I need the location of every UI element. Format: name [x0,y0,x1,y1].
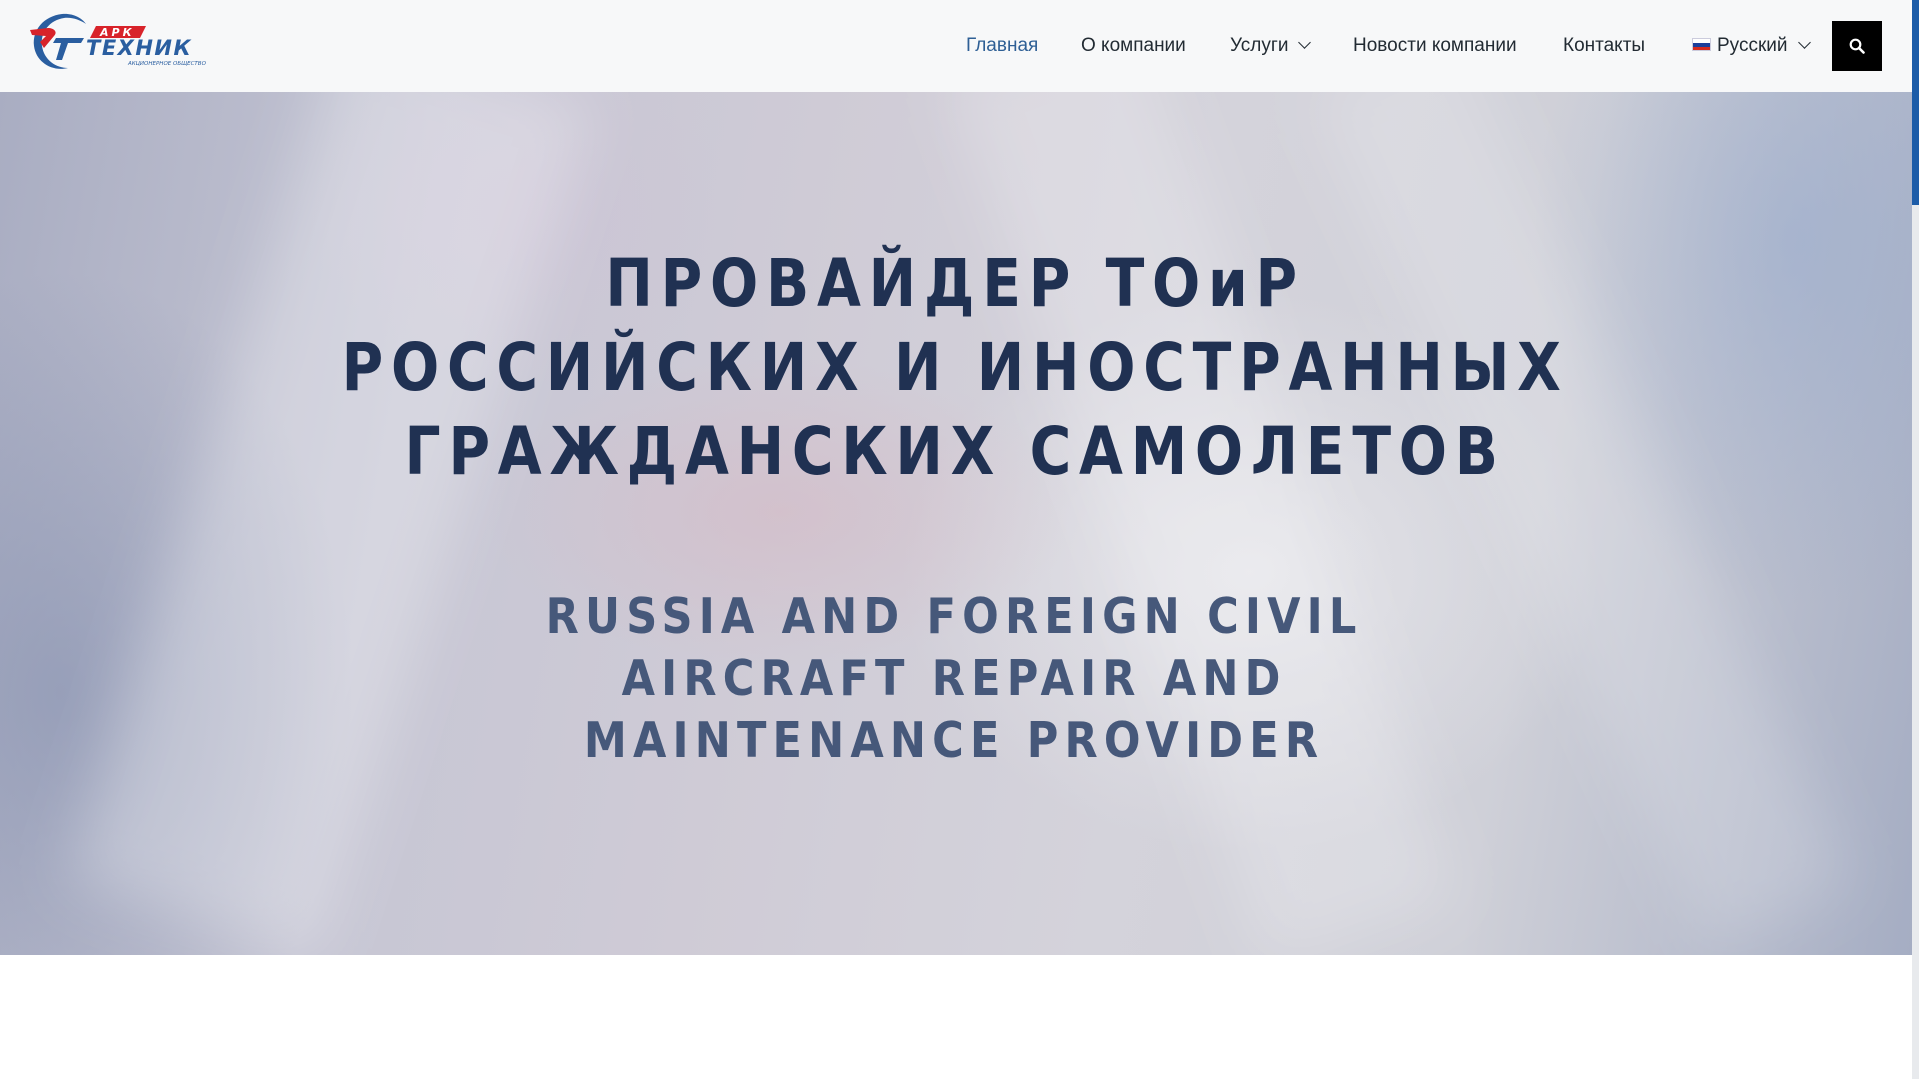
language-switcher[interactable]: Русский [1692,34,1811,58]
hero-background-streak [67,92,593,955]
page: АРК ТЕХНИК АКЦИОНЕРНОЕ ОБЩЕСТВО Главная … [0,0,1919,1079]
chevron-down-icon [1298,36,1312,49]
ru-flag-icon [1692,38,1711,52]
hero-title-line: ГРАЖДАНСКИХ САМОЛЕТОВ [404,413,1506,490]
nav-item-label: О компании [1081,35,1186,56]
nav-item-label: Главная [966,35,1039,56]
hero-title: ПРОВАЙДЕР ТОиР РОССИЙСКИХ И ИНОСТРАННЫХ … [133,242,1777,494]
nav-item-label: Контакты [1563,35,1646,56]
nav-item-news[interactable]: Новости компании [1353,34,1517,58]
hero-subtitle-line: RUSSIA AND FOREIGN CIVIL [545,588,1363,645]
search-icon [1849,38,1865,54]
hero-subtitle-line: MAINTENANCE PROVIDER [583,712,1325,769]
nav-item-services[interactable]: Услуги [1230,34,1312,58]
chevron-down-icon [1797,36,1811,49]
hero-banner: ПРОВАЙДЕР ТОиР РОССИЙСКИХ И ИНОСТРАННЫХ … [0,92,1912,955]
nav-item-label: Новости компании [1353,35,1517,56]
hero-title-line: РОССИЙСКИХ И ИНОСТРАННЫХ [341,329,1569,406]
hero-subtitle-line: AIRCRAFT REPAIR AND [621,650,1287,707]
page-scrollbar[interactable] [1912,0,1919,1079]
search-button[interactable] [1832,21,1882,71]
nav-item-about[interactable]: О компании [1081,34,1186,58]
nav-item-label: Услуги [1230,35,1289,56]
main-nav: Главная О компании Услуги Новости компан… [0,0,1912,92]
hero-subtitle: RUSSIA AND FOREIGN CIVIL AIRCRAFT REPAIR… [113,586,1796,772]
site-header: АРК ТЕХНИК АКЦИОНЕРНОЕ ОБЩЕСТВО Главная … [0,0,1912,92]
language-label: Русский [1717,35,1788,56]
hero-title-line: ПРОВАЙДЕР ТОиР [605,245,1305,322]
nav-item-contacts[interactable]: Контакты [1563,34,1645,58]
nav-item-home[interactable]: Главная [966,34,1038,58]
scrollbar-thumb[interactable] [1912,0,1919,205]
